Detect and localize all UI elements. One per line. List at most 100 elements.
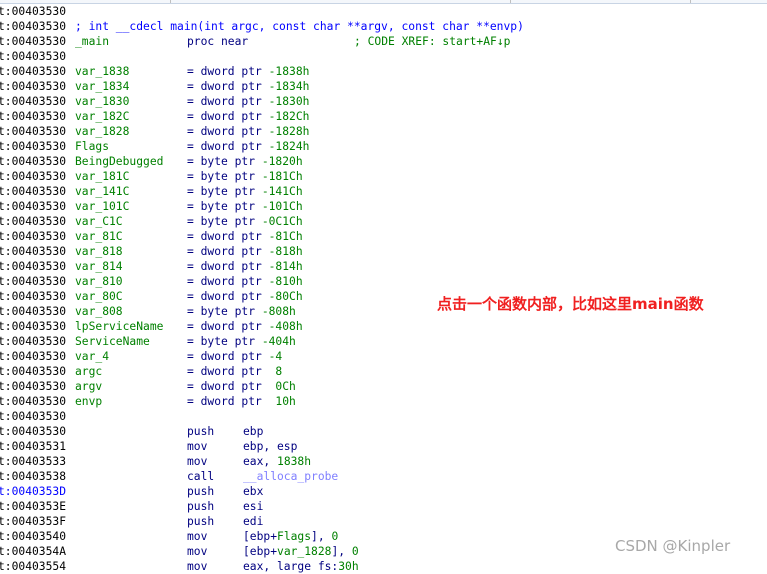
instruction: = dword ptr -4 bbox=[187, 349, 282, 364]
instruction: = dword ptr -1838h bbox=[187, 64, 309, 79]
instruction: push bbox=[187, 500, 215, 513]
operand-type: = byte ptr bbox=[187, 335, 262, 348]
address[interactable]: t:00403530 bbox=[0, 319, 66, 334]
instruction: mov bbox=[187, 545, 208, 558]
operand-type: = dword ptr bbox=[187, 320, 269, 333]
instruction: push bbox=[187, 485, 215, 498]
address[interactable]: t:00403533 bbox=[0, 454, 66, 469]
instruction: = byte ptr -0C1Ch bbox=[187, 214, 303, 229]
operand-part: 1838h bbox=[277, 455, 312, 468]
instruction: = dword ptr -1834h bbox=[187, 79, 309, 94]
address[interactable]: t:00403530 bbox=[0, 289, 66, 304]
address[interactable]: t:0040353F bbox=[0, 514, 66, 529]
symbol-name: var_4 bbox=[75, 350, 110, 363]
offset-value: -81Ch bbox=[268, 230, 303, 243]
instruction: = dword ptr 10h bbox=[187, 394, 296, 409]
offset-value: -182Ch bbox=[268, 110, 310, 123]
address[interactable]: t:00403530 bbox=[0, 34, 66, 49]
symbol-name: BeingDebugged bbox=[75, 155, 164, 168]
address[interactable]: t:00403530 bbox=[0, 334, 66, 349]
address[interactable]: t:00403530 bbox=[0, 409, 66, 424]
operand-type: = byte ptr bbox=[187, 200, 262, 213]
operand-type: = dword ptr bbox=[187, 80, 269, 93]
operand-type: = byte ptr bbox=[187, 185, 262, 198]
symbol-name: envp bbox=[75, 395, 103, 408]
address[interactable]: t:00403530 bbox=[0, 109, 66, 124]
instruction: = dword ptr -80Ch bbox=[187, 289, 303, 304]
operand-type: = dword ptr bbox=[187, 275, 269, 288]
operand-part: Flags bbox=[277, 530, 312, 543]
operands: eax, large fs:30h bbox=[243, 559, 359, 574]
offset-value: -80Ch bbox=[268, 290, 303, 303]
address[interactable]: t:00403530 bbox=[0, 94, 66, 109]
operands: esi bbox=[243, 499, 263, 514]
function-reference-link[interactable]: __alloca_probe bbox=[243, 470, 338, 483]
instruction: mov bbox=[187, 530, 208, 543]
operand-type: = dword ptr bbox=[187, 350, 269, 363]
operand-part: ebp bbox=[243, 425, 264, 438]
operand-type: = dword ptr bbox=[187, 230, 269, 243]
address[interactable]: t:00403530 bbox=[0, 4, 66, 19]
operand-part: 0 bbox=[351, 545, 359, 558]
address[interactable]: t:00403554 bbox=[0, 559, 66, 574]
divider bbox=[690, 0, 691, 3]
address[interactable]: t:00403530 bbox=[0, 304, 66, 319]
operand-type: = byte ptr bbox=[187, 305, 262, 318]
offset-value: -1828h bbox=[268, 125, 310, 138]
operand-type: = byte ptr bbox=[187, 215, 262, 228]
address[interactable]: t:00403530 bbox=[0, 124, 66, 139]
instruction: mov bbox=[187, 560, 208, 573]
offset-value: -810h bbox=[268, 275, 303, 288]
address[interactable]: t:00403530 bbox=[0, 19, 66, 34]
view-header bbox=[0, 0, 767, 4]
symbol-name: var_1834 bbox=[75, 80, 130, 93]
address[interactable]: t:00403530 bbox=[0, 139, 66, 154]
address[interactable]: t:00403530 bbox=[0, 64, 66, 79]
address[interactable]: t:00403531 bbox=[0, 439, 66, 454]
address[interactable]: t:00403530 bbox=[0, 244, 66, 259]
address[interactable]: t:00403530 bbox=[0, 259, 66, 274]
address[interactable]: t:00403530 bbox=[0, 79, 66, 94]
operand-type: = dword ptr bbox=[187, 65, 269, 78]
operand-type: = dword ptr bbox=[187, 260, 269, 273]
instruction: = dword ptr -1828h bbox=[187, 124, 309, 139]
annotation-text: 点击一个函数内部，比如这里main函数 bbox=[437, 295, 704, 313]
address[interactable]: t:00403530 bbox=[0, 214, 66, 229]
address[interactable]: t:00403530 bbox=[0, 364, 66, 379]
address[interactable]: t:00403530 bbox=[0, 379, 66, 394]
operands: [ebp+Flags], 0 bbox=[243, 529, 338, 544]
symbol-name: var_182C bbox=[75, 110, 130, 123]
function-prototype-comment: ; int __cdecl main(int argc, const char … bbox=[75, 20, 524, 33]
instruction: = dword ptr -408h bbox=[187, 319, 303, 334]
symbol-name: _main bbox=[75, 35, 110, 48]
instruction: = dword ptr -810h bbox=[187, 274, 303, 289]
address[interactable]: t:00403530 bbox=[0, 184, 66, 199]
address[interactable]: t:00403530 bbox=[0, 349, 66, 364]
address[interactable]: t:00403530 bbox=[0, 154, 66, 169]
symbol-name: argv bbox=[75, 380, 103, 393]
operand-part: [ebp+ bbox=[243, 545, 278, 558]
address[interactable]: t:00403530 bbox=[0, 49, 66, 64]
offset-value: 10h bbox=[275, 395, 296, 408]
operand-type: = dword ptr bbox=[187, 110, 269, 123]
instruction: = byte ptr -404h bbox=[187, 334, 296, 349]
operand-part: eax, large fs: bbox=[243, 560, 339, 573]
address[interactable]: t:00403530 bbox=[0, 394, 66, 409]
symbol-name: var_814 bbox=[75, 260, 123, 273]
address[interactable]: t:0040353D bbox=[0, 484, 66, 499]
address[interactable]: t:00403530 bbox=[0, 424, 66, 439]
address[interactable]: t:00403538 bbox=[0, 469, 66, 484]
symbol-name: var_808 bbox=[75, 305, 123, 318]
address[interactable]: t:0040354A bbox=[0, 544, 66, 559]
operands: ebp, esp bbox=[243, 439, 297, 454]
address[interactable]: t:00403530 bbox=[0, 274, 66, 289]
address[interactable]: t:00403540 bbox=[0, 529, 66, 544]
offset-value: -0C1Ch bbox=[261, 215, 303, 228]
address[interactable]: t:0040353E bbox=[0, 499, 66, 514]
divider bbox=[510, 0, 511, 3]
address[interactable]: t:00403530 bbox=[0, 169, 66, 184]
instruction: = byte ptr -181Ch bbox=[187, 169, 303, 184]
address[interactable]: t:00403530 bbox=[0, 199, 66, 214]
operands: edi bbox=[243, 514, 263, 529]
address[interactable]: t:00403530 bbox=[0, 229, 66, 244]
